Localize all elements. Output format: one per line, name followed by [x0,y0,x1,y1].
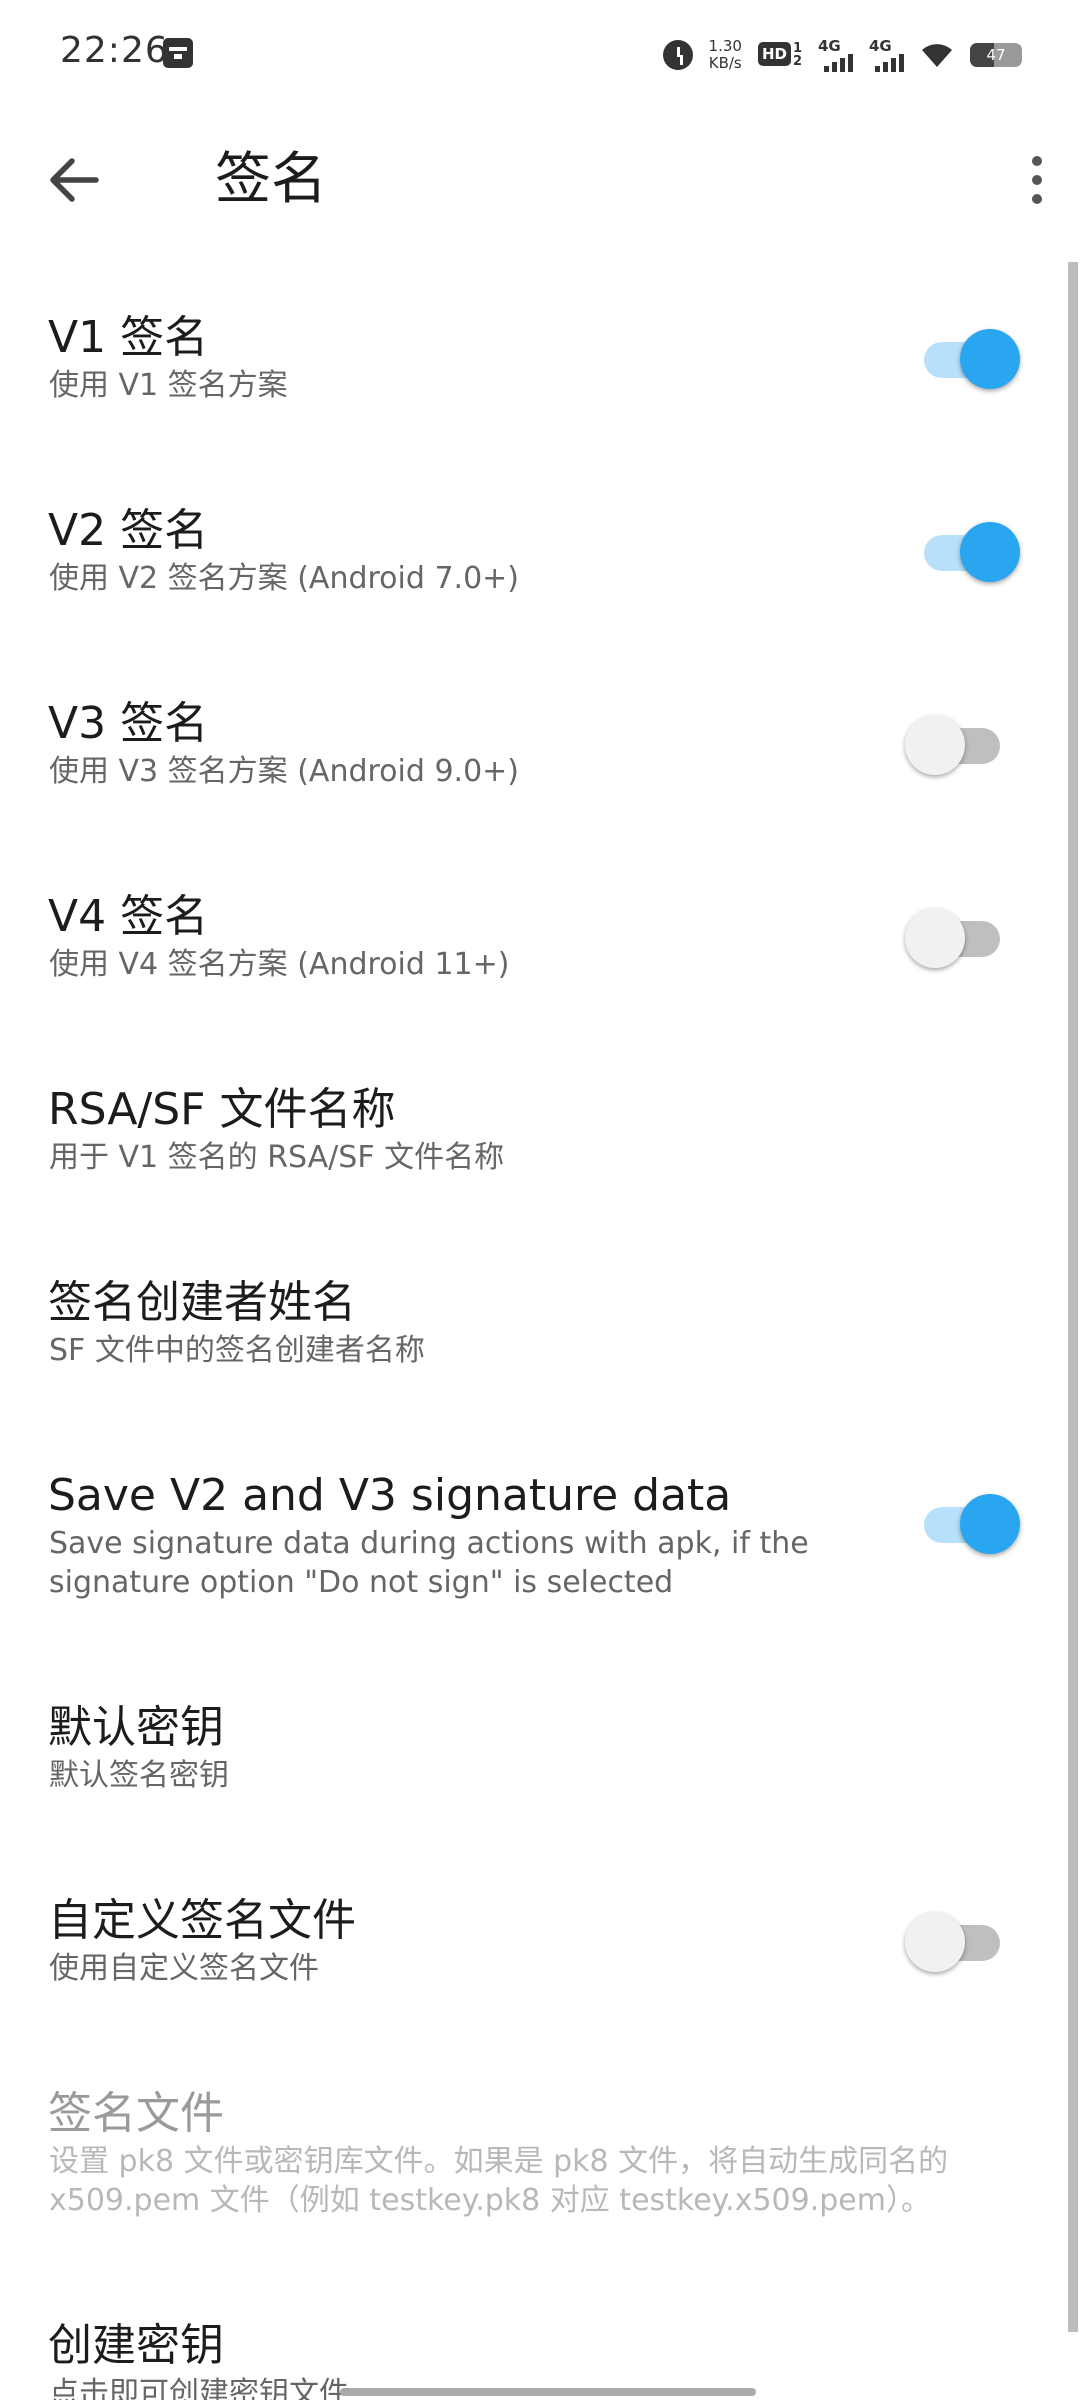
v4-signature-switch[interactable] [905,902,1024,968]
network-speed: 1.30 KB/s [709,38,742,72]
back-arrow-icon[interactable] [40,147,106,213]
alarm-icon [662,40,693,70]
setting-default-key[interactable]: 默认密钥 默认签名密钥 [0,1700,1068,1830]
setting-title: V1 签名 [48,312,209,363]
setting-title: V3 签名 [48,698,209,749]
hd-sup-bottom: 2 [792,54,802,69]
setting-summary: 使用自定义签名文件 [49,1951,319,1986]
signal-1-label: 4G [818,37,841,55]
setting-summary-line-2: x509.pem 文件（例如 testkey.pk8 对应 testkey.x5… [49,2183,931,2218]
setting-summary: 使用 V2 签名方案 (Android 7.0+) [49,561,519,596]
status-time: 22:26 [60,30,169,71]
v3-signature-switch[interactable] [905,709,1024,775]
setting-v2-signature[interactable]: V2 签名 使用 V2 签名方案 (Android 7.0+) [0,503,1068,633]
scrollbar[interactable] [1068,262,1078,2332]
v2-signature-switch[interactable] [924,516,1024,582]
custom-signature-file-switch[interactable] [905,1906,1024,1972]
setting-title: 创建密钥 [48,2320,224,2371]
status-bar: 22:26 1.30 KB/s HD 1 2 4G 4G 47 [0,0,1080,110]
setting-summary: 用于 V1 签名的 RSA/SF 文件名称 [49,1140,505,1175]
setting-summary: 使用 V4 签名方案 (Android 11+) [49,947,510,982]
hd-label: HD [757,42,791,66]
setting-signer-name[interactable]: 签名创建者姓名 SF 文件中的签名创建者名称 [0,1275,1068,1405]
battery-icon: 47 [970,43,1022,67]
home-indicator[interactable] [340,2388,756,2396]
setting-v4-signature[interactable]: V4 签名 使用 V4 签名方案 (Android 11+) [0,889,1068,1019]
cellular-signal-1-icon: 4G [818,38,853,72]
setting-title: Save V2 and V3 signature data [48,1470,732,1521]
setting-summary: SF 文件中的签名创建者名称 [49,1333,425,1368]
network-speed-unit: KB/s [708,54,742,72]
setting-v3-signature[interactable]: V3 签名 使用 V3 签名方案 (Android 9.0+) [0,696,1068,826]
network-speed-value: 1.30 [708,37,742,55]
setting-rsa-sf-file-name[interactable]: RSA/SF 文件名称 用于 V1 签名的 RSA/SF 文件名称 [0,1082,1068,1212]
setting-title: 签名文件 [48,2088,224,2139]
hd-voice-icon: HD 1 2 [757,42,802,69]
setting-summary-line-1: Save signature data during actions with … [49,1526,809,1561]
setting-summary: 点击即可创建密钥文件 [49,2376,349,2400]
setting-save-signature-data[interactable]: Save V2 and V3 signature data Save signa… [0,1468,1068,1638]
setting-title: V4 签名 [48,891,209,942]
signal-2-label: 4G [869,37,892,55]
more-options-icon[interactable] [1022,150,1052,210]
battery-level-text: 47 [986,46,1006,64]
save-signature-data-switch[interactable] [924,1488,1024,1554]
setting-summary-line-1: 设置 pk8 文件或密钥库文件。如果是 pk8 文件，将自动生成同名的 [49,2144,949,2179]
page-title: 签名 [215,147,327,212]
setting-summary: 默认签名密钥 [49,1758,229,1793]
setting-title: 默认密钥 [48,1702,224,1753]
setting-title: 签名创建者姓名 [48,1277,356,1328]
cellular-signal-2-icon: 4G [869,38,904,72]
status-icons: 1.30 KB/s HD 1 2 4G 4G 47 [662,30,1022,80]
setting-title: RSA/SF 文件名称 [48,1084,396,1135]
setting-title: V2 签名 [48,505,209,556]
setting-summary: 使用 V1 签名方案 [49,368,288,403]
setting-signature-file: 签名文件 设置 pk8 文件或密钥库文件。如果是 pk8 文件，将自动生成同名的… [0,2086,1068,2256]
v1-signature-switch[interactable] [924,323,1024,389]
setting-title: 自定义签名文件 [48,1895,356,1946]
setting-custom-signature-file[interactable]: 自定义签名文件 使用自定义签名文件 [0,1893,1068,2023]
calendar-notification-icon [163,38,193,68]
setting-summary-line-2: signature option "Do not sign" is select… [49,1565,674,1600]
setting-v1-signature[interactable]: V1 签名 使用 V1 签名方案 [0,310,1068,440]
app-bar: 签名 [0,110,1080,250]
wifi-icon [922,44,952,67]
setting-summary: 使用 V3 签名方案 (Android 9.0+) [49,754,519,789]
